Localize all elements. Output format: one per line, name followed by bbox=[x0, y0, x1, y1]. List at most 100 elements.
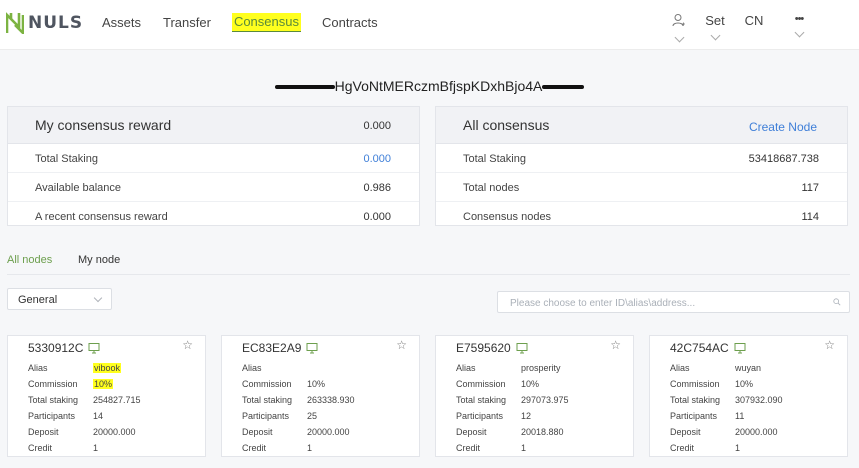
field-label: Participants bbox=[28, 411, 76, 421]
field-label: Commission bbox=[670, 379, 720, 389]
more-menu[interactable]: ••• bbox=[789, 13, 809, 38]
user-icon bbox=[672, 14, 685, 27]
panel-row-total-nodes: Total nodes 117 bbox=[436, 173, 847, 202]
node-card[interactable]: 5330912C ☆ Alias vibook Commission 10% Tot… bbox=[7, 335, 206, 457]
node-id: EC83E2A9 bbox=[242, 341, 302, 355]
field-label: Commission bbox=[456, 379, 506, 389]
node-card-header: E7595620 bbox=[456, 341, 528, 355]
monitor-icon bbox=[516, 343, 528, 354]
brand-name: NULS bbox=[28, 13, 84, 33]
nav-item-contracts[interactable]: Contracts bbox=[321, 13, 379, 32]
nav-item-consensus[interactable]: Consensus bbox=[231, 13, 301, 32]
monitor-icon bbox=[88, 343, 100, 354]
field-label: Credit bbox=[28, 443, 53, 453]
field-label: Participants bbox=[670, 411, 718, 421]
wallet-address: HgVoNtMERczmBfjspKDxhBjo4A bbox=[0, 78, 859, 94]
tab-my-node[interactable]: My node bbox=[78, 254, 120, 266]
node-participants: 14 bbox=[93, 411, 104, 421]
monitor-icon bbox=[734, 343, 746, 354]
field-label: Alias bbox=[242, 363, 262, 373]
node-participants: 25 bbox=[307, 411, 318, 421]
all-consensus-panel: All consensus Create Node Total Staking … bbox=[435, 106, 848, 226]
settings-menu[interactable]: Set bbox=[703, 13, 727, 41]
field-label: Alias bbox=[456, 363, 476, 373]
language-switch[interactable]: CN bbox=[744, 13, 764, 28]
node-commission: 10% bbox=[735, 379, 754, 389]
chevron-down-icon bbox=[674, 32, 684, 43]
node-search-box bbox=[497, 291, 850, 313]
language-label: CN bbox=[744, 13, 764, 28]
search-icon[interactable] bbox=[833, 298, 841, 306]
node-total-staking: 254827.715 bbox=[93, 395, 141, 405]
node-id: E7595620 bbox=[456, 341, 511, 355]
select-value: General bbox=[18, 294, 58, 306]
field-label: Deposit bbox=[242, 427, 273, 437]
field-label: Commission bbox=[242, 379, 292, 389]
create-node-button[interactable]: Create Node bbox=[749, 120, 817, 134]
panel-row-available-balance: Available balance 0.986 bbox=[8, 173, 419, 202]
panel-row-total-staking: Total Staking 53418687.738 bbox=[436, 144, 847, 173]
nav-item-assets[interactable]: Assets bbox=[101, 13, 142, 32]
node-card-details: Alias prosperity Commission 10% Total stak… bbox=[456, 360, 625, 456]
panel-header: My consensus reward 0.000 bbox=[8, 107, 419, 144]
node-commission: 10% bbox=[307, 379, 326, 389]
panel-title: All consensus bbox=[463, 117, 550, 133]
main-nav: Assets Transfer Consensus Contracts bbox=[101, 13, 399, 32]
node-total-staking: 263338.930 bbox=[307, 395, 355, 405]
row-label: Total Staking bbox=[463, 153, 526, 165]
node-id: 5330912C bbox=[28, 341, 84, 355]
node-deposit: 20000.000 bbox=[93, 427, 136, 437]
node-commission: 10% bbox=[93, 379, 114, 389]
field-label: Commission bbox=[28, 379, 78, 389]
node-credit: 1 bbox=[521, 443, 527, 453]
brand-logo[interactable]: NULS bbox=[6, 10, 83, 36]
node-participants: 12 bbox=[521, 411, 532, 421]
row-value: 53418687.738 bbox=[748, 153, 819, 165]
nav-item-transfer[interactable]: Transfer bbox=[162, 13, 212, 32]
node-card-details: Alias wuyan Commission 10% Total staking 30… bbox=[670, 360, 839, 456]
total-staking-link[interactable]: 0.000 bbox=[363, 153, 391, 165]
node-card[interactable]: E7595620 ☆ Alias prosperity Commission 10%… bbox=[435, 335, 634, 457]
node-card-details: Alias vibook Commission 10% Total staking 2… bbox=[28, 360, 197, 456]
redaction-mark bbox=[542, 85, 585, 90]
panel-row-consensus-nodes: Consensus nodes 114 bbox=[436, 202, 847, 230]
my-consensus-reward-panel: My consensus reward 0.000 Total Staking … bbox=[7, 106, 420, 226]
chevron-down-icon bbox=[710, 30, 720, 41]
tab-all-nodes[interactable]: All nodes bbox=[7, 254, 52, 266]
star-icon[interactable]: ☆ bbox=[610, 339, 621, 351]
nuls-logo-icon bbox=[6, 12, 24, 34]
node-alias: prosperity bbox=[521, 363, 561, 373]
row-label: Consensus nodes bbox=[463, 211, 552, 223]
node-total-staking: 297073.975 bbox=[521, 395, 569, 405]
field-label: Total staking bbox=[670, 395, 721, 405]
field-label: Credit bbox=[242, 443, 267, 453]
node-id: 42C754AC bbox=[670, 341, 729, 355]
search-input[interactable] bbox=[508, 295, 812, 311]
star-icon[interactable]: ☆ bbox=[824, 339, 835, 351]
field-label: Participants bbox=[456, 411, 504, 421]
panel-row-recent-reward: A recent consensus reward 0.000 bbox=[8, 202, 419, 230]
field-label: Participants bbox=[242, 411, 290, 421]
star-icon[interactable]: ☆ bbox=[396, 339, 407, 351]
node-card-header: 5330912C bbox=[28, 341, 100, 355]
user-menu[interactable] bbox=[671, 13, 687, 43]
row-label: A recent consensus reward bbox=[35, 211, 168, 223]
node-credit: 1 bbox=[93, 443, 99, 453]
reward-total-value: 0.000 bbox=[363, 120, 391, 132]
node-tabs: All nodes My node bbox=[7, 254, 850, 275]
node-type-select[interactable]: General bbox=[7, 288, 112, 310]
top-navigation-bar: NULS Assets Transfer Consensus Contracts… bbox=[0, 0, 859, 50]
node-deposit: 20000.000 bbox=[735, 427, 778, 437]
node-card[interactable]: 42C754AC ☆ Alias wuyan Commission 10% Tota… bbox=[649, 335, 848, 457]
row-label: Available balance bbox=[35, 182, 122, 194]
node-alias: wuyan bbox=[735, 363, 762, 373]
more-icon: ••• bbox=[794, 13, 805, 25]
node-participants: 11 bbox=[735, 411, 745, 421]
node-card-header: EC83E2A9 bbox=[242, 341, 318, 355]
row-label: Total Staking bbox=[35, 153, 98, 165]
node-card[interactable]: EC83E2A9 ☆ Alias Commission 10% Total sta… bbox=[221, 335, 420, 457]
star-icon[interactable]: ☆ bbox=[182, 339, 193, 351]
node-deposit: 20018.880 bbox=[521, 427, 564, 437]
address-text: HgVoNtMERczmBfjspKDxhBjo4A bbox=[334, 78, 543, 94]
node-commission: 10% bbox=[521, 379, 540, 389]
